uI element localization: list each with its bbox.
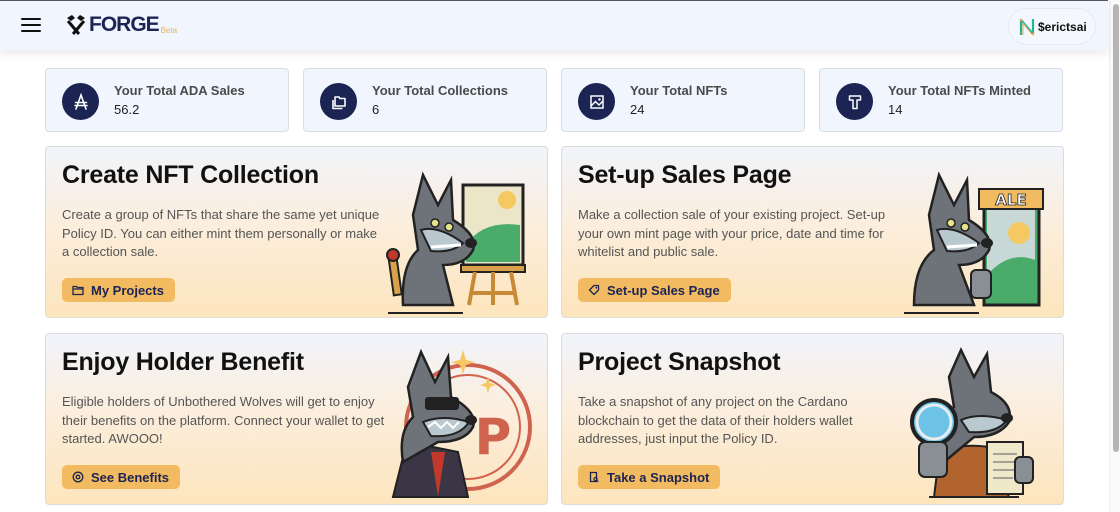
- logo-text: FORGE: [89, 13, 160, 36]
- card-description: Take a snapshot of any project on the Ca…: [578, 394, 853, 446]
- forge-logo[interactable]: FORGE Beta: [64, 14, 177, 36]
- hamburger-menu-icon[interactable]: [21, 17, 41, 33]
- image-icon: [578, 83, 615, 120]
- card-project-snapshot: Project Snapshot Take a snapshot of any …: [561, 333, 1064, 505]
- stat-label: Your Total NFTs: [630, 83, 728, 98]
- button-label: See Benefits: [91, 469, 170, 485]
- card-title: Enjoy Holder Benefit: [62, 348, 304, 376]
- wolf-painter-illustration: [386, 171, 526, 314]
- button-label: Set-up Sales Page: [607, 282, 720, 298]
- card-create-nft-collection: Create NFT Collection Create a group of …: [45, 146, 548, 318]
- card-title: Project Snapshot: [578, 348, 781, 376]
- card-description: Eligible holders of Unbothered Wolves wi…: [62, 394, 385, 446]
- folder-icon: [72, 285, 84, 296]
- stat-value: 24: [630, 102, 645, 117]
- setup-sales-page-button[interactable]: Set-up Sales Page: [578, 278, 731, 302]
- stat-card-ada-sales: Your Total ADA Sales 56.2: [45, 68, 289, 132]
- button-label: Take a Snapshot: [607, 469, 710, 485]
- hammer-icon: [836, 83, 873, 120]
- tag-icon: [588, 284, 600, 296]
- card-title: Set-up Sales Page: [578, 161, 792, 189]
- username: $erictsai: [1038, 19, 1087, 34]
- card-setup-sales-page: Set-up Sales Page Make a collection sale…: [561, 146, 1064, 318]
- card-description: Create a group of NFTs that share the sa…: [62, 207, 380, 259]
- crossed-hammers-icon: [66, 15, 86, 35]
- ada-icon: [62, 83, 99, 120]
- document-search-icon: [589, 471, 599, 483]
- stat-label: Your Total Collections: [372, 83, 509, 98]
- stat-value: 56.2: [114, 102, 140, 117]
- wolf-sale-sign-illustration: ALE: [904, 171, 1044, 314]
- scrollbar-thumb[interactable]: [1113, 4, 1119, 452]
- collections-icon: [320, 83, 357, 120]
- sale-sign-text: ALE: [995, 191, 1026, 209]
- stat-label: Your Total ADA Sales: [114, 83, 245, 98]
- see-benefits-button[interactable]: See Benefits: [62, 465, 181, 489]
- button-label: My Projects: [91, 282, 164, 298]
- my-projects-button[interactable]: My Projects: [62, 278, 175, 302]
- card-enjoy-holder-benefit: Enjoy Holder Benefit Eligible holders of…: [45, 333, 548, 505]
- stat-label: Your Total NFTs Minted: [888, 83, 1031, 98]
- wolf-magnifier-illustration: [910, 347, 1034, 498]
- stat-card-nfts-minted: Your Total NFTs Minted 14: [819, 68, 1063, 132]
- stat-card-collections: Your Total Collections 6: [303, 68, 547, 132]
- page-scrollbar[interactable]: [1109, 0, 1120, 512]
- nami-wallet-icon: [1019, 18, 1035, 35]
- card-description: Make a collection sale of your existing …: [578, 207, 886, 259]
- benefit-badge-text: P: [475, 408, 512, 466]
- stat-value: 6: [372, 102, 380, 117]
- wallet-user-button[interactable]: $erictsai: [1008, 8, 1096, 45]
- wolf-sunglasses-illustration: P: [391, 348, 532, 498]
- top-navbar: FORGE Beta $erictsai: [0, 0, 1108, 50]
- target-icon: [72, 471, 84, 483]
- card-title: Create NFT Collection: [62, 161, 319, 189]
- stat-value: 14: [888, 102, 903, 117]
- stat-card-nfts: Your Total NFTs 24: [561, 68, 805, 132]
- beta-badge: Beta: [160, 26, 178, 35]
- take-snapshot-button[interactable]: Take a Snapshot: [578, 465, 721, 489]
